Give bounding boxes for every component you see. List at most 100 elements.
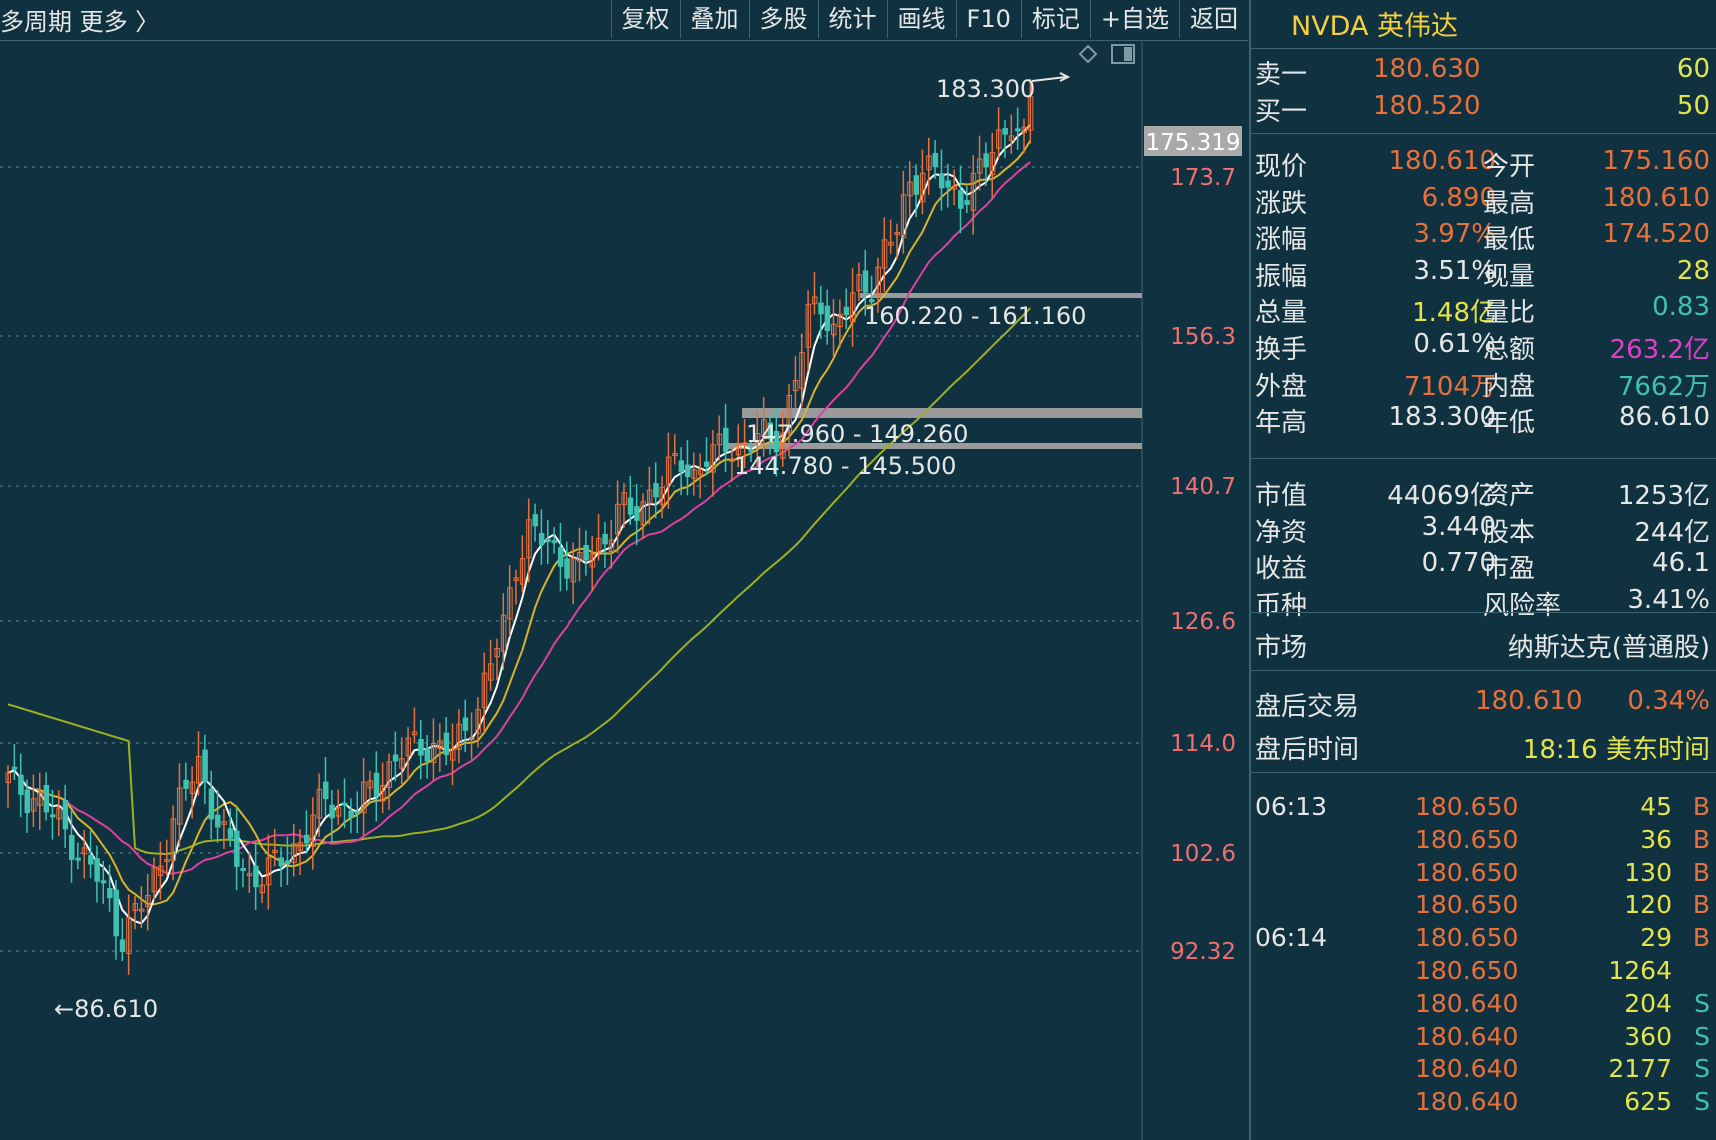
statistics-button[interactable]: 统计 [817,0,887,38]
bid-row: 买一 180.520 50 [1251,91,1716,129]
candle-body [843,306,850,316]
tick-time: 06:14 [1255,923,1328,953]
stat-value: 180.610 [1602,182,1710,213]
candle-body [373,772,380,797]
tick-volume: 360 [1624,1021,1672,1051]
candle-body [278,857,285,867]
tick-volume: 204 [1624,988,1672,1018]
candle-body [824,305,831,332]
multi-period-menu[interactable]: 多周期 更多 〉 [0,2,159,37]
fund-value: 3.41% [1627,584,1710,615]
candle-body [75,857,81,861]
stat-label: 现价 [1255,152,1308,182]
chart-canvas[interactable]: 183.300 ←86.610 160.220 - 161.160 147.96… [0,41,1248,1140]
tick-row[interactable]: 180.640 625 S [1251,1087,1716,1120]
candle-body [183,779,189,789]
tick-side: S [1694,1054,1710,1084]
candle-body [215,814,221,828]
candle-body [348,810,354,818]
candle-body [627,497,634,515]
market-value: 纳斯达克(普通股) [1507,633,1710,663]
candle-body [234,830,240,867]
stat-label: 涨幅 [1255,225,1308,256]
add-watchlist-button[interactable]: +自选 [1089,0,1179,38]
stat-label: 现量 [1483,261,1536,292]
tick-row[interactable]: 180.640 204 S [1251,989,1716,1022]
tick-row[interactable]: 180.650 36 B [1251,825,1716,858]
candle-body [913,175,920,195]
after-hours-label: 盘后交易 [1255,692,1360,722]
candle-body [564,558,570,579]
ask-row: 卖一 180.630 60 [1251,54,1716,92]
ask-price: 180.630 [1373,54,1481,84]
overlay-button[interactable]: 叠加 [679,0,749,38]
market-row: 市场 纳斯达克(普通股) [1251,627,1716,665]
candle-body [69,834,75,860]
fund-label: 收益 [1255,554,1308,585]
axis-label: 126.6 [1170,609,1236,635]
stat-label: 总量 [1255,298,1308,329]
axis-label: 114.0 [1170,731,1236,757]
draw-line-button[interactable]: 画线 [886,0,956,38]
tick-row[interactable]: 06:13 180.650 45 B [1251,792,1716,825]
candle-body [862,270,869,293]
candle-body [932,152,939,168]
candle-body [678,460,685,473]
fund-value: 1253亿 [1617,481,1710,511]
fund-label: 市盈 [1483,554,1536,585]
stat-row: 振幅 3.51% 现量 28 [1251,256,1716,294]
candle-body [532,514,539,527]
tick-volume: 120 [1624,890,1672,920]
candle-body [18,774,24,795]
candle-body [208,788,215,820]
current-price-tag: 175.319 [1145,130,1240,156]
quote-panel: NVDA 英伟达 卖一 180.630 60 买一 180.520 50 现价 1… [1249,0,1716,1140]
candle-body [938,173,945,189]
tick-price: 180.640 [1415,988,1519,1018]
tick-row[interactable]: 180.650 120 B [1251,890,1716,923]
tick-row[interactable]: 180.640 2177 S [1251,1054,1716,1087]
multi-stock-button[interactable]: 多股 [748,0,818,38]
fund-label: 资产 [1483,481,1536,511]
stat-row: 外盘 7104万 内盘 7662万 [1251,366,1716,404]
tick-side: S [1694,1087,1710,1117]
candle-body [88,855,94,865]
candle-body [62,800,69,830]
zone-label-2: 147.960 - 149.260 [746,420,968,448]
candle-body [818,302,824,315]
zone-bar-1 [860,293,1142,298]
candle-body [392,754,399,762]
candle-body [418,738,424,756]
candle-body [583,544,589,561]
fundamental-row: 市值 44069亿 资产 1253亿 [1251,475,1716,513]
tick-row[interactable]: 06:14 180.650 29 B [1251,923,1716,956]
mark-button[interactable]: 标记 [1020,0,1090,38]
tick-row[interactable]: 180.640 360 S [1251,1022,1716,1055]
candle-body [202,749,208,783]
candle-body [24,789,31,814]
candle-body [545,538,551,543]
after-time-value: 18:16 美东时间 [1522,735,1710,765]
candlestick-chart[interactable]: 183.300 ←86.610 160.220 - 161.160 147.96… [0,41,1248,1140]
tick-volume: 36 [1640,824,1672,854]
tick-volume: 130 [1624,857,1672,887]
axis-label: 156.3 [1170,324,1236,350]
high-annotation: 183.300 [936,75,1035,103]
f10-button[interactable]: F10 [955,0,1021,38]
candle-body [113,889,119,937]
fund-label: 风险率 [1483,590,1562,621]
stat-value: 263.2亿 [1609,335,1710,365]
axis-label: 173.7 [1170,165,1236,191]
tick-row[interactable]: 180.650 130 B [1251,858,1716,891]
tick-price: 180.640 [1415,1054,1519,1084]
adjust-button[interactable]: 复权 [610,0,680,38]
back-button[interactable]: 返回 [1179,0,1248,38]
candle-body [303,834,310,844]
after-hours-pct: 0.34% [1627,686,1710,716]
candle-body [284,860,291,865]
zone-bar-2 [742,408,1142,418]
bid-price: 180.520 [1373,91,1481,121]
diamond-icon[interactable] [1078,44,1098,64]
fund-value: 244亿 [1634,517,1710,548]
tick-row[interactable]: 180.650 1264 [1251,956,1716,989]
